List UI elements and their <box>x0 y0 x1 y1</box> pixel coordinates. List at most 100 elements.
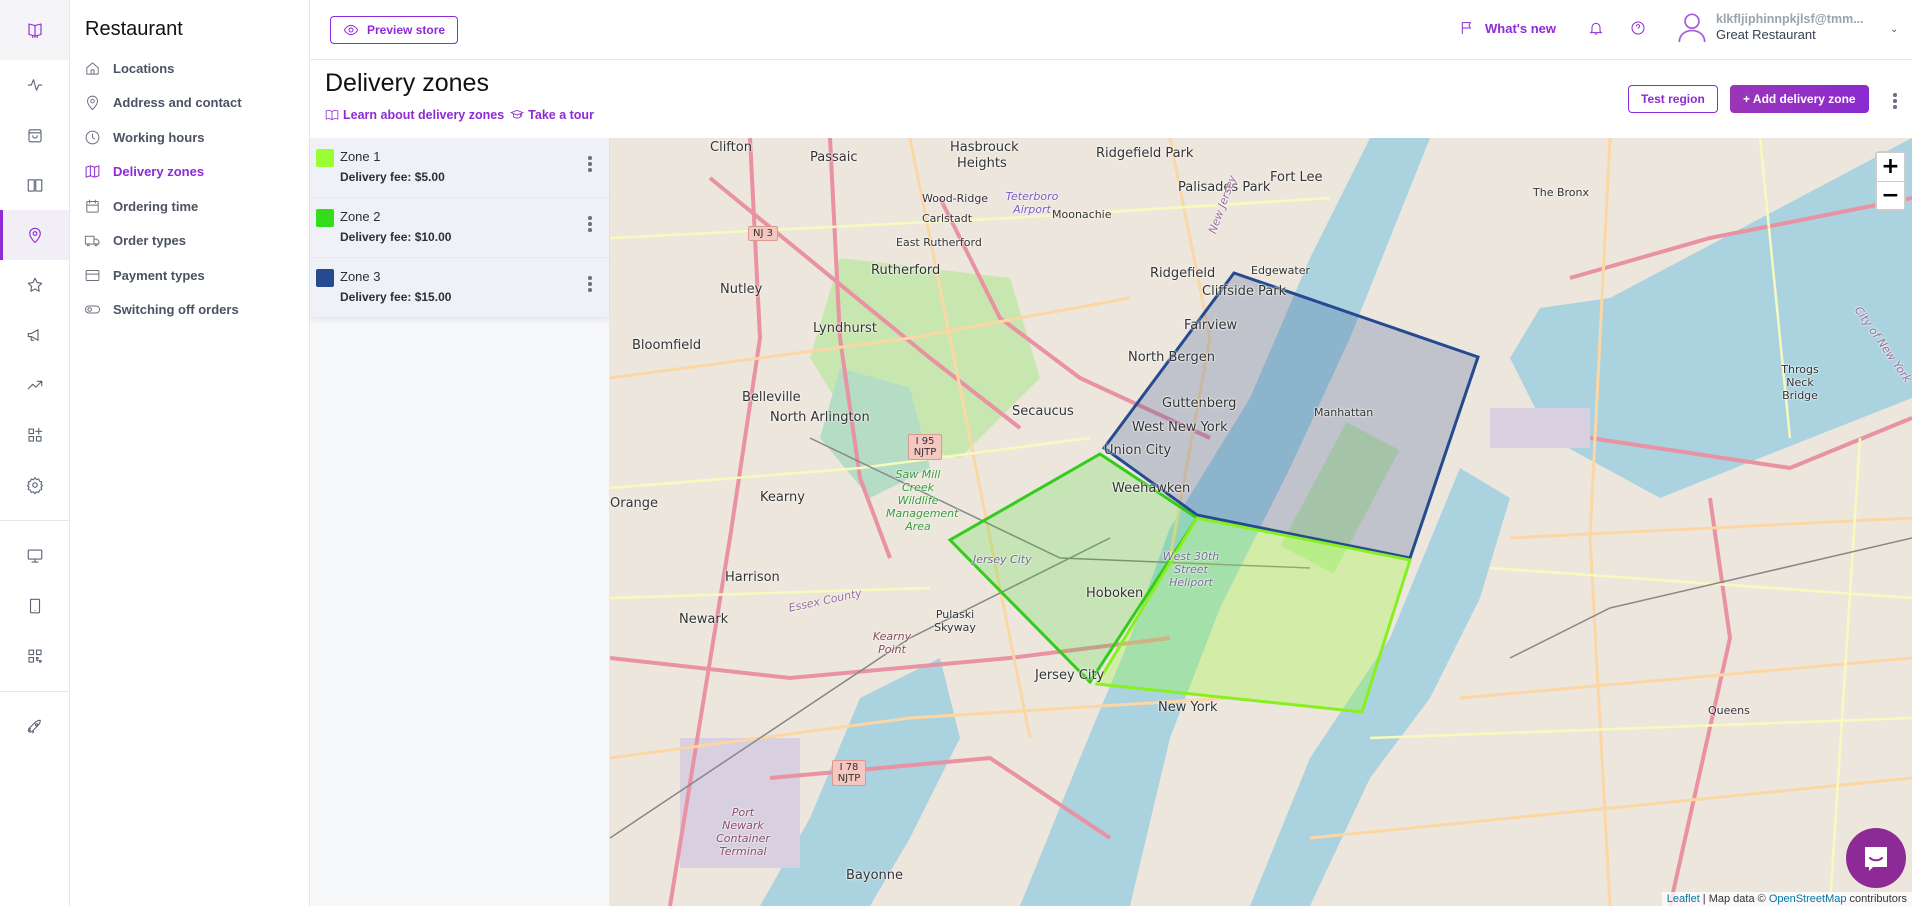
megaphone-icon <box>27 329 39 341</box>
notifications-button[interactable] <box>1588 20 1604 41</box>
rail-item-restaurant[interactable] <box>0 210 69 260</box>
help-circle-icon <box>1631 21 1645 35</box>
rail-item-marketing[interactable] <box>0 310 69 360</box>
map-label: Ridgefield <box>1150 266 1216 281</box>
subnav-item-switching-off-orders[interactable]: Switching off orders <box>70 293 309 328</box>
map-tiles[interactable] <box>610 138 1912 906</box>
map-label: Weehawken <box>1112 481 1191 496</box>
zone-list: Zone 1 Delivery fee: $5.00 Zone 2 Delive… <box>310 138 609 318</box>
map-label: Hoboken <box>1086 586 1144 601</box>
zone-name: Zone 2 <box>340 209 381 224</box>
map-label: Jersey City <box>973 553 1032 566</box>
subnav-item-ordering-time[interactable]: Ordering time <box>70 189 309 224</box>
rail-item-orders[interactable] <box>0 110 69 160</box>
whats-new-link[interactable]: What's new <box>1459 20 1556 36</box>
openstreetmap-link[interactable]: OpenStreetMap <box>1769 893 1847 905</box>
subnav-item-delivery-zones[interactable]: Delivery zones <box>70 155 309 190</box>
attribution-text: | Map data © <box>1699 893 1769 905</box>
map-label: Secaucus <box>1012 404 1074 419</box>
map-label: Cliffside Park <box>1202 284 1287 299</box>
zones-panel: Zone 1 Delivery fee: $5.00 Zone 2 Delive… <box>310 138 610 906</box>
subnav-item-order-types[interactable]: Order types <box>70 224 309 259</box>
star-icon <box>27 277 42 292</box>
rail-item-settings[interactable] <box>0 460 69 510</box>
rail-item-dashboard[interactable] <box>0 60 69 110</box>
map-label: Wood-Ridge <box>922 192 989 205</box>
subnav-item-label: Order types <box>113 233 186 249</box>
rail-item-website[interactable] <box>0 531 69 581</box>
map-label: Fort Lee <box>1270 170 1323 185</box>
user-email: klkfljiphinnpkjlsf@tmm... <box>1716 12 1864 26</box>
page-title: Delivery zones <box>325 69 489 97</box>
test-region-button[interactable]: Test region <box>1628 85 1718 113</box>
subnav-item-payment-types[interactable]: Payment types <box>70 258 309 293</box>
subnav-item-label: Address and contact <box>113 95 242 111</box>
map-label: Clifton <box>710 140 752 155</box>
map-zoom-control: + − <box>1875 151 1906 211</box>
map-label: East Rutherford <box>896 236 982 249</box>
help-button[interactable] <box>1630 20 1646 41</box>
zone-list-item[interactable]: Zone 1 Delivery fee: $5.00 <box>310 138 609 198</box>
route-shield: I 95 NJTP <box>908 434 942 460</box>
zone-name: Zone 3 <box>340 269 381 284</box>
map-label: West 30th Street Heliport <box>1162 550 1220 589</box>
airport-laguardia <box>1490 408 1590 448</box>
location-pin-icon <box>28 227 41 244</box>
rail-item-qr-codes[interactable] <box>0 631 69 681</box>
subnav-item-label: Delivery zones <box>113 164 205 180</box>
whats-new-label: What's new <box>1485 20 1556 36</box>
add-delivery-zone-button[interactable]: + Add delivery zone <box>1730 85 1869 113</box>
zone-list-item[interactable]: Zone 2 Delivery fee: $10.00 <box>310 198 609 258</box>
zone-list-item[interactable]: Zone 3 Delivery fee: $15.00 <box>310 258 609 318</box>
rocket-icon <box>27 719 41 734</box>
map-label: Ridgefield Park <box>1096 146 1194 161</box>
map-label: Kearny <box>760 490 805 505</box>
map-label: North Bergen <box>1128 350 1216 365</box>
map-label: Nutley <box>720 282 763 297</box>
map-label: Carlstadt <box>922 212 973 225</box>
subnav-item-working-hours[interactable]: Working hours <box>70 120 309 155</box>
flag-icon <box>1461 22 1472 34</box>
take-tour-link[interactable]: Take a tour <box>510 108 594 122</box>
bell-icon <box>1589 22 1603 35</box>
zone-menu-button[interactable] <box>582 216 598 232</box>
rail-item-reports[interactable] <box>0 360 69 410</box>
map-label: The Bronx <box>1533 186 1589 199</box>
user-menu[interactable]: klkfljiphinnpkjlsf@tmm... Great Restaura… <box>1678 12 1898 42</box>
more-options-button[interactable] <box>1887 93 1903 109</box>
zoom-out-button[interactable]: − <box>1877 181 1904 209</box>
map-label: Kearny Point <box>872 630 912 656</box>
chat-support-button[interactable] <box>1846 828 1906 888</box>
zone-delivery-fee: Delivery fee: $5.00 <box>340 170 445 184</box>
toggle-icon <box>84 305 101 314</box>
zone-menu-button[interactable] <box>582 156 598 172</box>
map-label: Heights <box>957 156 1007 171</box>
learn-delivery-zones-link[interactable]: Learn about delivery zones <box>325 108 504 122</box>
book-icon <box>27 179 42 192</box>
preview-store-button[interactable]: Preview store <box>330 16 459 44</box>
rail-divider <box>0 520 69 521</box>
calendar-icon <box>86 199 99 213</box>
zone-menu-button[interactable] <box>582 276 598 292</box>
subnav-item-address-contact[interactable]: Address and contact <box>70 86 309 121</box>
page-header: Delivery zones Learn about delivery zone… <box>310 61 1912 138</box>
subnav-item-label: Working hours <box>113 129 205 145</box>
map-label: Pulaski Skyway <box>934 608 976 634</box>
rail-item-reviews[interactable] <box>0 260 69 310</box>
rail-item-mobile-app[interactable] <box>0 581 69 631</box>
rail-item-integrations[interactable] <box>0 410 69 460</box>
clock-icon <box>85 130 100 145</box>
zone-color-swatch <box>316 269 334 287</box>
rail-item-menu[interactable] <box>0 160 69 210</box>
app-logo[interactable] <box>0 0 69 60</box>
route-shield: I 78 NJTP <box>832 760 866 786</box>
rail-item-getting-started[interactable] <box>0 702 69 752</box>
delivery-zones-map[interactable]: Clifton Passaic Hasbrouck Heights Ridgef… <box>610 138 1912 906</box>
map-label: Rutherford <box>871 263 941 278</box>
zoom-in-button[interactable]: + <box>1877 153 1904 181</box>
subnav-item-locations[interactable]: Locations <box>70 51 309 86</box>
chat-bubble-icon <box>1865 847 1887 871</box>
leaflet-link[interactable]: Leaflet <box>1667 893 1700 905</box>
map-label: West New York <box>1132 420 1228 435</box>
map-label: Guttenberg <box>1162 396 1237 411</box>
